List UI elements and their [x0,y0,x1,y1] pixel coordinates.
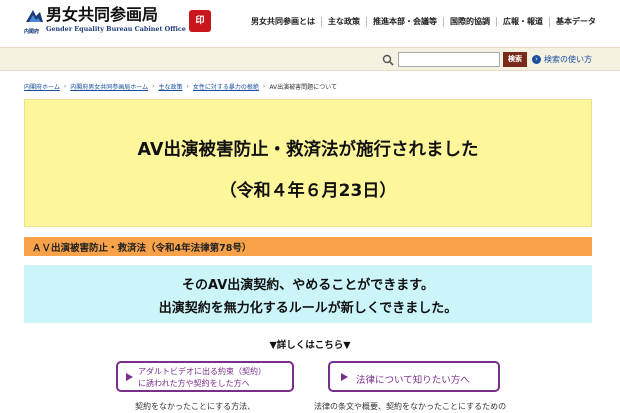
message-line-2: 出演契約を無力化するルールが新しくできました。 [158,301,458,316]
right-button-description: 法律の条文や概要、契約をなかったことにするための [314,402,507,411]
global-nav: 男女共同参画とは 主な政策 推進本部・会議等 国際的協調 広報・報道 基本データ [245,15,602,29]
nav-item-about[interactable]: 男女共同参画とは [245,17,321,27]
breadcrumb-item-policies[interactable]: 主な政策 [158,82,182,91]
banner-headline: AV出演被害防止・救済法が施行されました [137,140,479,160]
seal-icon: 印 [189,10,211,32]
cabinet-label: 内閣府 [24,29,40,35]
breadcrumb-item-bureau-home[interactable]: 内閣府男女共同参画局ホーム [70,82,148,91]
button-label-line-1: アダルトビデオに出る約束（契約） [138,367,266,376]
banner-date: （令和４年６月23日） [219,181,397,201]
breadcrumb-current: AV出演被害問題について [269,84,337,91]
search-help-link[interactable]: › 検索の使い方 [532,54,592,65]
breadcrumb-separator: › [152,83,155,90]
breadcrumb-separator: › [186,83,189,90]
cabinet-office-logo-icon [26,10,43,22]
breadcrumb-item-cabinet-home[interactable]: 内閣府ホーム [24,82,60,91]
site-subtitle: Gender Equality Bureau Cabinet Office [46,25,186,33]
search-button[interactable]: 検索 [503,52,527,67]
help-arrow-icon: › [532,55,541,64]
play-arrow-icon [341,372,348,381]
details-heading: ▼詳しくはこちら▼ [269,340,351,351]
button-label-line-2: に誘われた方や契約をした方へ [138,379,250,388]
button-label: 法律について知りたい方へ [356,375,470,386]
nav-item-international[interactable]: 国際的協調 [443,17,496,27]
law-title-bar: ＡＶ出演被害防止・救済法（令和4年法律第78号） [24,237,592,256]
for-contracted-persons-button[interactable]: アダルトビデオに出る約束（契約） に誘われた方や契約をした方へ [116,361,294,392]
nav-item-data[interactable]: 基本データ [549,17,602,27]
nav-item-headquarters[interactable]: 推進本部・会議等 [366,17,443,27]
site-logo[interactable]: 内閣府 男女共同参画局 Gender Equality Bureau Cabin… [24,6,224,36]
breadcrumb-item-violence[interactable]: 女性に対する暴力の根絶 [193,82,259,91]
search-input[interactable] [398,52,500,67]
site-title: 男女共同参画局 [46,5,159,24]
message-box: そのAV出演契約、やめることができます。 出演契約を無力化するルールが新しくでき… [24,265,592,323]
search-icon [382,54,394,66]
play-arrow-icon [126,372,133,381]
breadcrumb: 内閣府ホーム › 内閣府男女共同参画局ホーム › 主な政策 › 女性に対する暴力… [24,82,337,91]
announcement-banner: AV出演被害防止・救済法が施行されました （令和４年６月23日） [24,99,592,227]
site-header: 内閣府 男女共同参画局 Gender Equality Bureau Cabin… [0,0,620,40]
breadcrumb-separator: › [262,83,266,90]
nav-item-press[interactable]: 広報・報道 [496,17,549,27]
message-line-1: そのAV出演契約、やめることができます。 [182,278,434,293]
about-the-law-button[interactable]: 法律について知りたい方へ [328,361,500,392]
search-help-label: 検索の使い方 [544,55,592,64]
law-title: ＡＶ出演被害防止・救済法（令和4年法律第78号） [32,243,252,254]
search-bar: 検索 › 検索の使い方 [0,47,620,71]
breadcrumb-separator: › [63,83,67,90]
left-button-description: 契約をなかったことにする方法、 [135,402,256,411]
nav-item-policies[interactable]: 主な政策 [321,17,366,27]
